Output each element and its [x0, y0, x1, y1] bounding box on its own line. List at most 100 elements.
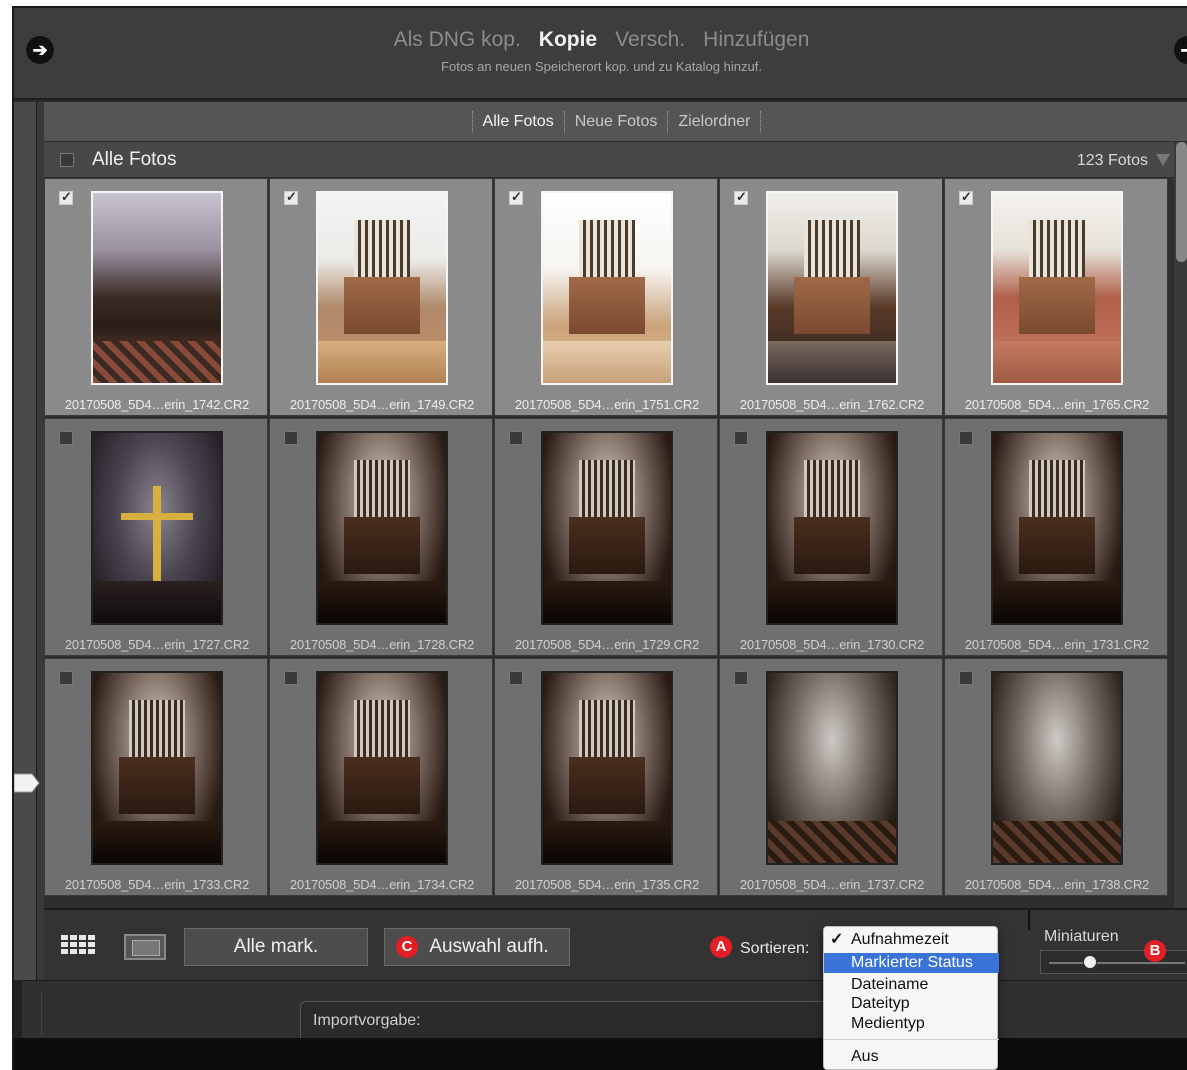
photo-cell[interactable]: 20170508_5D4…erin_1742.CR2 [44, 178, 268, 416]
photo-cell[interactable]: 20170508_5D4…erin_1728.CR2 [269, 418, 493, 656]
photo-thumbnail[interactable] [991, 191, 1123, 385]
photo-cell[interactable]: 20170508_5D4…erin_1727.CR2 [44, 418, 268, 656]
photo-thumbnail[interactable] [91, 431, 223, 625]
photo-cell[interactable]: 20170508_5D4…erin_1738.CR2 [944, 658, 1168, 896]
mode-add[interactable]: Hinzufügen [703, 28, 809, 51]
photo-thumbnail[interactable] [316, 191, 448, 385]
bottom-strip [14, 1038, 1187, 1070]
photo-filename: 20170508_5D4…erin_1727.CR2 [64, 637, 250, 652]
photo-thumbnail[interactable] [316, 671, 448, 865]
photo-checkbox[interactable] [959, 189, 973, 205]
photo-filename: 20170508_5D4…erin_1735.CR2 [514, 877, 700, 892]
photo-checkbox[interactable] [959, 431, 973, 445]
left-panel-edge [36, 102, 44, 980]
collapse-triangle-icon[interactable] [1156, 154, 1170, 166]
import-preset-label: Importvorgabe: [313, 1012, 421, 1029]
slider-knob[interactable] [1082, 955, 1097, 969]
mode-dng-copy[interactable]: Als DNG kop. [394, 28, 521, 51]
select-all-checkbox[interactable] [60, 153, 74, 167]
tab-all-photos[interactable]: Alle Fotos [483, 113, 554, 130]
bottom-toolbar: Alle mark. Auswahl aufh. C A Sortieren: … [44, 908, 1187, 980]
sort-option-label: Dateiname [851, 976, 929, 993]
photo-filename: 20170508_5D4…erin_1731.CR2 [964, 637, 1150, 652]
mode-description: Fotos an neuen Speicherort kop. und zu K… [441, 59, 762, 74]
photo-checkbox[interactable] [284, 431, 298, 445]
photo-thumbnail[interactable] [91, 671, 223, 865]
scrollbar-thumb[interactable] [1176, 142, 1187, 262]
select-all-button[interactable]: Alle mark. [184, 928, 368, 966]
photo-cell[interactable]: 20170508_5D4…erin_1731.CR2 [944, 418, 1168, 656]
thumbnails-label: Miniaturen [1044, 928, 1119, 945]
photo-checkbox[interactable] [59, 431, 73, 445]
import-window: ➔ ➔ Als DNG kop.KopieVersch.Hinzufügen F… [12, 6, 1187, 1070]
slider-track [1049, 962, 1185, 964]
photo-count: 123 Fotos [1076, 152, 1148, 169]
photo-thumbnail[interactable] [991, 671, 1123, 865]
grid-title: Alle Fotos [92, 149, 177, 170]
photo-thumbnail[interactable] [766, 431, 898, 625]
photo-thumbnail[interactable] [91, 191, 223, 385]
photo-thumbnail[interactable] [766, 671, 898, 865]
photo-checkbox[interactable] [509, 189, 523, 205]
photo-filename: 20170508_5D4…erin_1742.CR2 [64, 397, 250, 412]
photo-thumbnail[interactable] [766, 191, 898, 385]
sort-option[interactable]: Dateiname [824, 975, 999, 995]
photo-checkbox[interactable] [734, 671, 748, 685]
photo-checkbox[interactable] [59, 671, 73, 685]
mode-move[interactable]: Versch. [615, 28, 685, 51]
photo-checkbox[interactable] [509, 431, 523, 445]
grid-header: Alle Fotos 123 Fotos [44, 142, 1174, 178]
photo-filename: 20170508_5D4…erin_1765.CR2 [964, 397, 1150, 412]
photo-checkbox[interactable] [959, 671, 973, 685]
photo-cell[interactable]: 20170508_5D4…erin_1751.CR2 [494, 178, 718, 416]
checkmark-icon: ✓ [830, 931, 844, 948]
photo-checkbox[interactable] [284, 671, 298, 685]
sort-option[interactable]: Dateityp [824, 994, 999, 1014]
sort-dropdown-menu[interactable]: ✓ Aufnahmezeit Markierter Status Dateiname D… [823, 926, 999, 1070]
sort-option-label: Medientyp [851, 1015, 925, 1032]
photo-thumbnail[interactable] [541, 191, 673, 385]
photo-filename: 20170508_5D4…erin_1730.CR2 [739, 637, 925, 652]
source-filter-bar: Alle Fotos Neue Fotos Zielordner [44, 102, 1187, 142]
loupe-view-icon[interactable] [124, 934, 166, 960]
deselect-all-label: Auswahl aufh. [429, 936, 549, 957]
photo-cell[interactable]: 20170508_5D4…erin_1730.CR2 [719, 418, 943, 656]
sort-option[interactable]: Markierter Status [824, 953, 999, 973]
photo-filename: 20170508_5D4…erin_1749.CR2 [289, 397, 475, 412]
sort-option-label: Aufnahmezeit [851, 931, 949, 948]
photo-cell[interactable]: 20170508_5D4…erin_1765.CR2 [944, 178, 1168, 416]
mode-copy[interactable]: Kopie [539, 28, 597, 51]
sort-option-label: Markierter Status [851, 954, 973, 971]
photo-checkbox[interactable] [734, 189, 748, 205]
photo-filename: 20170508_5D4…erin_1734.CR2 [289, 877, 475, 892]
photo-checkbox[interactable] [59, 189, 73, 205]
sort-option[interactable]: Aus [824, 1047, 999, 1067]
sort-label: Sortieren: [740, 940, 810, 957]
photo-cell[interactable]: 20170508_5D4…erin_1737.CR2 [719, 658, 943, 896]
import-dialog: ➔ ➔ Als DNG kop.KopieVersch.Hinzufügen F… [0, 0, 1187, 1070]
grid-view-icon[interactable] [60, 934, 100, 960]
sort-option[interactable]: Medientyp [824, 1014, 999, 1034]
photo-cell[interactable]: 20170508_5D4…erin_1762.CR2 [719, 178, 943, 416]
photo-thumbnail[interactable] [991, 431, 1123, 625]
import-preset-field[interactable]: Importvorgabe: [300, 1001, 840, 1039]
tab-new-photos[interactable]: Neue Fotos [575, 113, 658, 130]
photo-cell[interactable]: 20170508_5D4…erin_1735.CR2 [494, 658, 718, 896]
expand-panel-icon[interactable] [14, 772, 40, 794]
photo-cell[interactable]: 20170508_5D4…erin_1733.CR2 [44, 658, 268, 896]
sort-option[interactable]: ✓ Aufnahmezeit [824, 930, 999, 950]
photo-thumbnail[interactable] [541, 671, 673, 865]
sort-option-label: Dateityp [851, 995, 910, 1012]
photo-cell[interactable]: 20170508_5D4…erin_1729.CR2 [494, 418, 718, 656]
photo-checkbox[interactable] [509, 671, 523, 685]
grid-scrollbar[interactable] [1174, 142, 1187, 908]
photo-filename: 20170508_5D4…erin_1738.CR2 [964, 877, 1150, 892]
photo-cell[interactable]: 20170508_5D4…erin_1734.CR2 [269, 658, 493, 896]
import-mode-tabs: Als DNG kop. Kopie Versch. Hinzufügen [14, 28, 1187, 52]
photo-thumbnail[interactable] [316, 431, 448, 625]
photo-thumbnail[interactable] [541, 431, 673, 625]
tab-destination-folders[interactable]: Zielordner [678, 113, 750, 130]
photo-cell[interactable]: 20170508_5D4…erin_1749.CR2 [269, 178, 493, 416]
photo-checkbox[interactable] [284, 189, 298, 205]
photo-checkbox[interactable] [734, 431, 748, 445]
